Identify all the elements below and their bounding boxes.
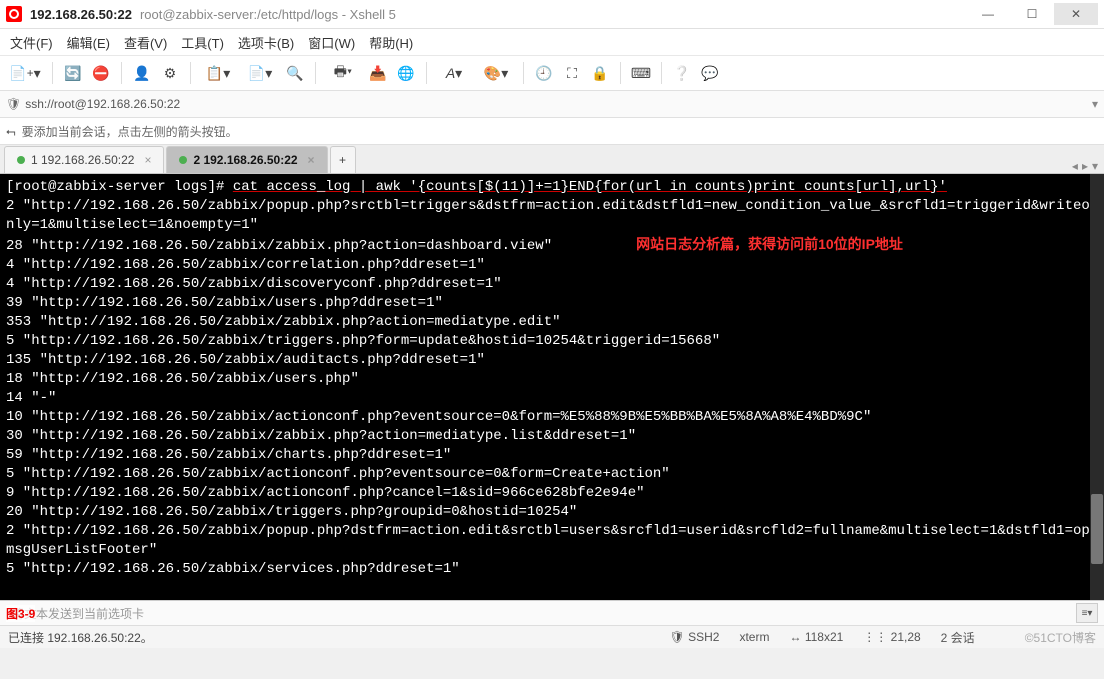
menu-window[interactable]: 窗口(W): [308, 33, 355, 52]
terminal-scrollbar[interactable]: [1090, 174, 1104, 600]
title-bar: 192.168.26.50:22 root@zabbix-server:/etc…: [0, 0, 1104, 29]
tab-strip: 1 192.168.26.50:22 × 2 192.168.26.50:22 …: [0, 145, 1104, 174]
copy-button[interactable]: 📋▾: [199, 61, 237, 85]
toolbar: 📄+▾ 🔄 ⛔ 👤 ⚙ 📋▾ 📄▾ 🔍 🖶▾ 📥 🌐 A▾ 🎨▾ 🕘 ⛶ 🔒 ⌨…: [0, 55, 1104, 91]
scroll-thumb[interactable]: [1091, 494, 1103, 564]
add-session-icon[interactable]: ⮢: [6, 124, 16, 139]
figure-label: 图3-9: [6, 605, 35, 622]
settings-button[interactable]: ⚙: [158, 61, 182, 85]
hint-bar: ⮢ 要添加当前会话，点击左侧的箭头按钮。: [0, 118, 1104, 145]
watermark: ©51CTO博客: [1025, 629, 1096, 646]
disconnect-button[interactable]: ⛔: [89, 61, 113, 85]
help-button[interactable]: ❔: [670, 61, 694, 85]
menu-tools[interactable]: 工具(T): [181, 33, 224, 52]
find-button[interactable]: 🔍: [283, 61, 307, 85]
terminal-output[interactable]: [root@zabbix-server logs]# cat access_lo…: [0, 174, 1104, 600]
session-tab-1[interactable]: 1 192.168.26.50:22 ×: [4, 146, 164, 173]
fullscreen-button[interactable]: ⛶: [560, 61, 584, 85]
status-term: xterm: [739, 630, 769, 644]
status-proto: 🛡 SSH2: [670, 630, 720, 644]
font-button[interactable]: A▾: [435, 61, 473, 85]
color-button[interactable]: 🎨▾: [477, 61, 515, 85]
hint-text: 要添加当前会话，点击左侧的箭头按钮。: [22, 123, 238, 140]
menu-file[interactable]: 文件(F): [10, 33, 53, 52]
file-transfer-button[interactable]: 📥: [366, 61, 390, 85]
address-bar[interactable]: 🛡 ssh://root@192.168.26.50:22 ▾: [0, 91, 1104, 118]
menu-bar: 文件(F) 编辑(E) 查看(V) 工具(T) 选项卡(B) 窗口(W) 帮助(…: [0, 29, 1104, 55]
app-icon: [6, 6, 22, 22]
tab-nav: ◂ ▸ ▾: [1066, 159, 1104, 173]
tab-label: 1 192.168.26.50:22: [31, 153, 134, 167]
history-button[interactable]: 🕘: [532, 61, 556, 85]
close-button[interactable]: ✕: [1054, 3, 1098, 25]
keyboard-button[interactable]: ⌨: [629, 61, 653, 85]
paste-button[interactable]: 📄▾: [241, 61, 279, 85]
new-session-button[interactable]: 📄+▾: [6, 61, 44, 85]
status-size: ↔ 118x21: [789, 630, 843, 644]
menu-help[interactable]: 帮助(H): [369, 33, 413, 52]
status-dot-icon: [179, 156, 187, 164]
status-bar: 已连接 192.168.26.50:22。 🛡 SSH2 xterm ↔ 118…: [0, 625, 1104, 648]
session-tab-2[interactable]: 2 192.168.26.50:22 ×: [166, 146, 327, 173]
tab-close-icon[interactable]: ×: [308, 153, 315, 167]
print-button[interactable]: 🖶▾: [324, 61, 362, 85]
minimize-button[interactable]: —: [966, 3, 1010, 25]
tab-label: 2 192.168.26.50:22: [193, 153, 297, 167]
globe-button[interactable]: 🌐: [394, 61, 418, 85]
reconnect-button[interactable]: 🔄: [61, 61, 85, 85]
tab-prev-icon[interactable]: ◂: [1072, 159, 1078, 173]
profile-button[interactable]: 👤: [130, 61, 154, 85]
tab-next-icon[interactable]: ▸: [1082, 159, 1088, 173]
send-menu-button[interactable]: ≡▾: [1076, 603, 1098, 623]
status-connected: 已连接 192.168.26.50:22。: [8, 629, 153, 646]
status-sessions: 2 会话: [941, 629, 975, 646]
maximize-button[interactable]: ☐: [1010, 3, 1054, 25]
status-cursor: ⋮⋮ 21,28: [863, 630, 920, 644]
menu-tabs[interactable]: 选项卡(B): [238, 33, 294, 52]
status-dot-icon: [17, 156, 25, 164]
tab-menu-icon[interactable]: ▾: [1092, 159, 1098, 173]
add-tab-button[interactable]: +: [330, 146, 356, 173]
lock-icon: 🛡: [6, 97, 21, 111]
window-title-host: 192.168.26.50:22: [30, 7, 132, 22]
chat-button[interactable]: 💬: [698, 61, 722, 85]
address-dropdown-icon[interactable]: ▾: [1092, 97, 1098, 111]
window-title-path: root@zabbix-server:/etc/httpd/logs - Xsh…: [140, 7, 396, 22]
tab-close-icon[interactable]: ×: [144, 153, 151, 167]
send-text-bar[interactable]: 图3-9 将文本发送到当前选项卡 ≡▾: [0, 600, 1104, 625]
menu-view[interactable]: 查看(V): [124, 33, 167, 52]
lock-button[interactable]: 🔒: [588, 61, 612, 85]
menu-edit[interactable]: 编辑(E): [67, 33, 110, 52]
address-url: ssh://root@192.168.26.50:22: [25, 97, 180, 111]
